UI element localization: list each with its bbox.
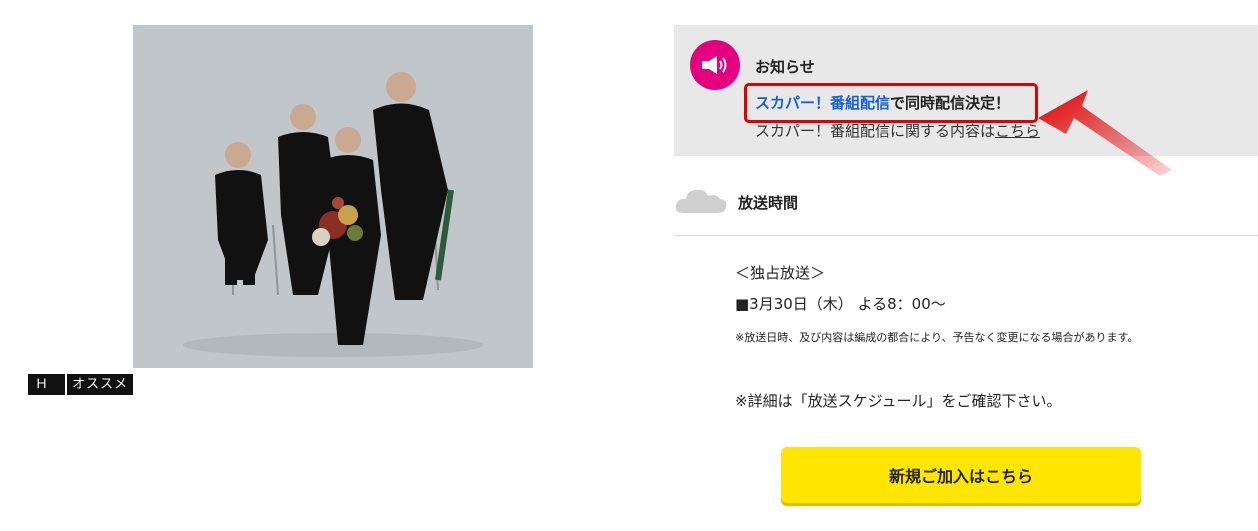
notice-line1-rest: で同時配信決定！ [890,94,1011,112]
program-photo [133,25,533,368]
notice-heading: お知らせ [755,58,815,76]
tag-list: ＨＤ オススメ [28,374,134,413]
arrow-icon [1038,90,1172,176]
megaphone-icon [690,40,740,90]
schedule-detail-note: ※詳細は「放送スケジュール」をご確認下さい。 [735,392,1062,410]
cloud-icon [675,189,727,213]
details-link[interactable]: こちら [995,122,1040,140]
schedule-note: ※放送日時、及び内容は編成の都合により、予告なく変更になる場合があります。 [735,331,1139,344]
hd-tag: ＨＤ [28,374,65,413]
sukapa-streaming-link[interactable]: スカパー！番組配信 [755,94,890,112]
new-subscription-button[interactable]: 新規ご加入はこちら [781,447,1141,503]
broadcast-time-title: 放送時間 [738,194,799,212]
exclusive-label: ＜独占放送＞ [735,264,826,282]
notice-line2: スカパー！番組配信に関する内容はこちら [755,120,1040,141]
broadcast-time-header: 放送時間 [674,168,1258,236]
recommend-tag: オススメ [67,374,134,395]
notice-line2-text: スカパー！番組配信に関する内容は [755,122,996,140]
air-date: ■3月30日（木） よる8：00～ [735,295,946,313]
notice-line1: スカパー！番組配信で同時配信決定！ [755,92,1010,113]
